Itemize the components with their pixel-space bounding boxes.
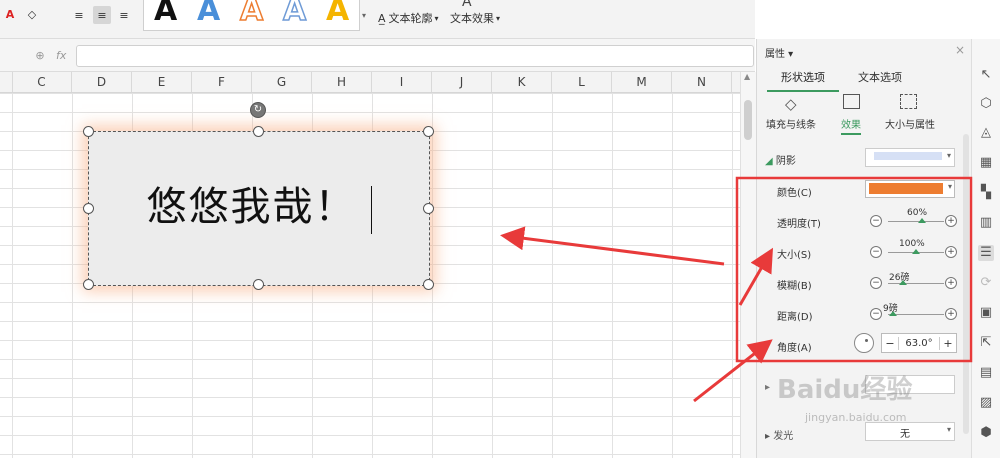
arrow-to-size (738, 247, 773, 306)
arrow-to-angle (693, 339, 773, 403)
arrow-to-textbox (500, 226, 725, 266)
annotation-overlay (500, 176, 973, 403)
highlight-box (735, 176, 973, 363)
